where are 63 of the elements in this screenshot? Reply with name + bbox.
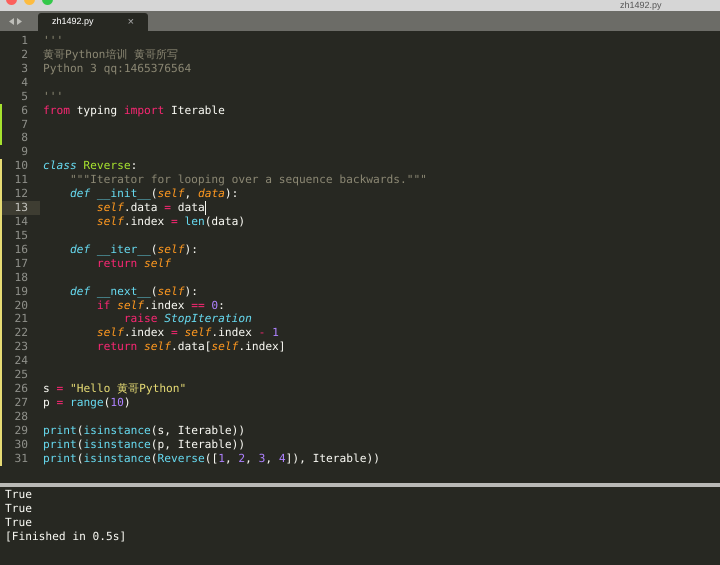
line-number: 15 [14,228,29,243]
code-line: from typing import Iterable [43,104,225,118]
code-line: print(isinstance(p, Iterable)) [43,438,246,452]
output-line: [Finished in 0.5s] [5,530,128,544]
code-line: Python 3 qq:1465376564 [43,62,192,76]
code-line: print(isinstance(Reverse([1, 2, 3, 4]), Iterable)) [43,452,380,466]
close-tab-button[interactable]: × [128,14,134,30]
code-line: return self.data[self.index] [96,340,286,354]
code-line: self.data = data [43,201,206,215]
output-line: True [5,488,33,502]
line-number: 12 [14,187,29,202]
line-number: 4 [20,76,29,90]
line-number: 16 [14,242,29,257]
code-line: class Reverse: [43,159,138,174]
line-number: 3 [20,62,29,76]
forward-arrow-icon[interactable] [16,18,22,24]
code-line: def __next__(self): [68,284,198,299]
code-line: return self [96,256,171,271]
line-number: 1 [20,34,29,48]
window-title: zh1492.py [620,0,662,11]
code-line: """Iterator for looping over a sequence backwards.""" [68,173,427,188]
code-line: print(isinstance(s, Iterable)) [43,424,246,438]
line-number: 23 [14,340,29,354]
line-number: 10 [14,159,29,174]
line-number: 14 [14,214,29,229]
code-line: self.index = self.index - 1 [96,326,279,340]
code-line: def __init__(self, data): [68,187,238,202]
code-line: ''' [43,90,64,104]
line-number: 30 [14,438,29,452]
tab-label: zh1492.py [52,15,94,28]
code-line: raise StopIteration [122,312,252,326]
file-tab[interactable]: zh1492.py × [38,13,148,31]
code-line: 黄哥Python培训 黄哥所写 [43,48,178,62]
code-line: p = range(10) [43,396,131,410]
line-number: 13 [2,201,40,215]
line-number: 21 [14,312,29,326]
line-number: 25 [14,368,29,382]
code-line: ''' [43,34,64,48]
line-number: 5 [20,90,29,104]
line-number: 8 [20,131,29,146]
line-number: 7 [20,118,29,132]
line-number: 17 [14,256,29,271]
line-number: 24 [14,354,29,368]
line-number: 31 [14,452,29,466]
code-line: s = "Hello 黄哥Python" [43,382,186,396]
line-number: 20 [14,298,29,312]
code-line: self.index = len(data) [96,214,246,229]
output-line: True [5,516,33,530]
line-number: 27 [14,396,29,410]
code-line: if self.index == 0: [96,298,225,312]
back-arrow-icon[interactable] [8,18,14,24]
output-line: True [5,502,33,516]
line-number: 9 [20,145,29,160]
line-number: 11 [14,173,29,188]
line-number: 26 [14,382,29,396]
line-number: 19 [14,284,29,299]
code-line: def __iter__(self): [68,242,198,257]
line-number: 6 [20,104,29,118]
line-number: 22 [14,326,29,340]
line-number: 29 [14,424,29,438]
line-number: 2 [20,48,29,62]
line-number: 28 [14,410,29,424]
line-number: 18 [14,270,29,285]
